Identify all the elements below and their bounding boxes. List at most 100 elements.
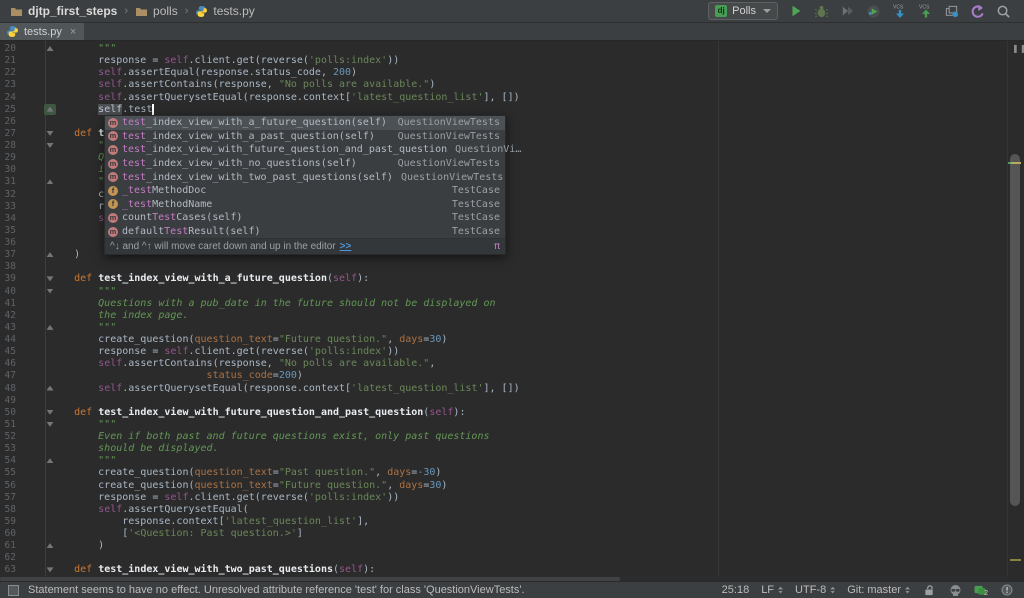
completion-item[interactable]: m test_index_view_with_future_question_an… — [105, 143, 521, 157]
hector-widget[interactable] — [948, 583, 962, 597]
error-stripe[interactable]: ❚❚ — [1007, 41, 1024, 582]
search-everywhere-button[interactable] — [995, 3, 1012, 20]
code-line[interactable]: 42 the index page. — [0, 310, 1007, 322]
event-log-widget[interactable] — [1000, 583, 1014, 597]
line-number[interactable]: 56 — [0, 480, 16, 492]
line-number[interactable]: 36 — [0, 237, 16, 249]
code-line[interactable]: 20 """ — [0, 43, 1007, 55]
code-line[interactable]: 44 create_question(question_text="Future… — [0, 334, 1007, 346]
code-line[interactable]: 52 Even if both past and future question… — [0, 431, 1007, 443]
code-line[interactable]: 61 ) — [0, 540, 1007, 552]
line-number[interactable]: 48 — [0, 383, 16, 395]
debug-button[interactable] — [813, 3, 830, 20]
line-separator-widget[interactable]: LF — [761, 584, 784, 596]
line-number[interactable]: 22 — [0, 67, 16, 79]
close-icon[interactable]: × — [70, 26, 76, 38]
line-number[interactable]: 41 — [0, 298, 16, 310]
vcs-commit-button[interactable]: VCS — [917, 3, 934, 20]
line-number[interactable]: 26 — [0, 116, 16, 128]
line-number[interactable]: 61 — [0, 540, 16, 552]
completion-item[interactable]: m test_index_view_with_a_future_question(… — [105, 116, 505, 130]
code-line[interactable]: 23 self.assertContains(response, "No pol… — [0, 79, 1007, 91]
tab-tests-py[interactable]: tests.py × — [0, 23, 85, 40]
code-line[interactable]: 58 self.assertQuerysetEqual( — [0, 504, 1007, 516]
line-number[interactable]: 54 — [0, 455, 16, 467]
code-line[interactable]: 59 response.context['latest_question_lis… — [0, 516, 1007, 528]
git-branch-widget[interactable]: Git: master — [847, 584, 910, 596]
line-number[interactable]: 23 — [0, 79, 16, 91]
line-number[interactable]: 21 — [0, 55, 16, 67]
code-line[interactable]: 25 self.test — [0, 103, 1007, 116]
notifications-widget[interactable]: 2 — [974, 583, 988, 597]
line-number[interactable]: 28 — [0, 140, 16, 152]
code-line[interactable]: 43 """ — [0, 322, 1007, 334]
rollback-button[interactable] — [969, 3, 986, 20]
code-line[interactable]: 62 — [0, 552, 1007, 564]
code-line[interactable]: 22 self.assertEqual(response.status_code… — [0, 67, 1007, 79]
code-line[interactable]: 47 status_code=200) — [0, 370, 1007, 382]
line-number[interactable]: 27 — [0, 128, 16, 140]
code-line[interactable]: 46 self.assertContains(response, "No pol… — [0, 358, 1007, 370]
code-line[interactable]: 53 should be displayed. — [0, 443, 1007, 455]
line-number[interactable]: 55 — [0, 467, 16, 479]
code-line[interactable]: 50 def test_index_view_with_future_quest… — [0, 407, 1007, 419]
code-line[interactable]: 21 response = self.client.get(reverse('p… — [0, 55, 1007, 67]
line-number[interactable]: 20 — [0, 43, 16, 55]
code-line[interactable]: 56 create_question(question_text="Future… — [0, 480, 1007, 492]
hint-more-link[interactable]: >> — [340, 241, 352, 252]
code-line[interactable]: 38 — [0, 261, 1007, 273]
run-with-coverage-button[interactable] — [839, 3, 856, 20]
code-line[interactable]: 40 """ — [0, 286, 1007, 298]
line-number[interactable]: 60 — [0, 528, 16, 540]
line-number[interactable]: 25 — [0, 104, 16, 116]
line-number[interactable]: 58 — [0, 504, 16, 516]
line-number[interactable]: 50 — [0, 407, 16, 419]
caret-position-widget[interactable]: 25:18 — [722, 584, 750, 596]
line-number[interactable]: 57 — [0, 492, 16, 504]
code-line[interactable]: 41 Questions with a pub_date in the futu… — [0, 298, 1007, 310]
completion-item[interactable]: m test_index_view_with_two_past_questions… — [105, 170, 505, 184]
code-line[interactable]: 51 """ — [0, 419, 1007, 431]
completion-item[interactable]: f _testMethodDoc TestCase — [105, 184, 505, 198]
line-number[interactable]: 59 — [0, 516, 16, 528]
code-line[interactable]: 57 response = self.client.get(reverse('p… — [0, 492, 1007, 504]
line-number[interactable]: 39 — [0, 273, 16, 285]
line-number[interactable]: 44 — [0, 334, 16, 346]
encoding-widget[interactable]: UTF-8 — [795, 584, 836, 596]
vcs-update-button[interactable]: VCS — [891, 3, 908, 20]
line-number[interactable]: 49 — [0, 395, 16, 407]
completion-item[interactable]: m test_index_view_with_a_past_question(se… — [105, 130, 505, 144]
code-line[interactable]: 39 def test_index_view_with_a_future_que… — [0, 273, 1007, 285]
line-number[interactable]: 53 — [0, 443, 16, 455]
line-number[interactable]: 32 — [0, 189, 16, 201]
run-button[interactable] — [787, 3, 804, 20]
line-number[interactable]: 45 — [0, 346, 16, 358]
line-number[interactable]: 34 — [0, 213, 16, 225]
warning-stripe-mark[interactable] — [1010, 559, 1021, 561]
completion-item[interactable]: m countTestCases(self) TestCase — [105, 211, 505, 225]
line-number[interactable]: 47 — [0, 370, 16, 382]
completion-item[interactable]: m defaultTestResult(self) TestCase — [105, 225, 505, 239]
line-number[interactable]: 30 — [0, 164, 16, 176]
line-number[interactable]: 52 — [0, 431, 16, 443]
line-number[interactable]: 63 — [0, 564, 16, 576]
line-number[interactable]: 31 — [0, 176, 16, 188]
completion-item[interactable]: m test_index_view_with_no_questions(self)… — [105, 157, 505, 171]
toolwindow-toggle-icon[interactable] — [8, 584, 19, 596]
line-number[interactable]: 37 — [0, 249, 16, 261]
code-line[interactable]: 45 response = self.client.get(reverse('p… — [0, 346, 1007, 358]
line-number[interactable]: 24 — [0, 92, 16, 104]
line-number[interactable]: 46 — [0, 358, 16, 370]
code-line[interactable]: 55 create_question(question_text="Past q… — [0, 467, 1007, 479]
run-configuration-select[interactable]: dj Polls — [708, 2, 778, 20]
vertical-scrollbar[interactable] — [1010, 154, 1020, 506]
line-number[interactable]: 42 — [0, 310, 16, 322]
line-number[interactable]: 33 — [0, 201, 16, 213]
breadcrumb-file-tests[interactable]: tests.py — [195, 4, 255, 18]
restore-layout-button[interactable] — [943, 3, 960, 20]
line-number[interactable]: 40 — [0, 286, 16, 298]
lock-widget[interactable] — [922, 583, 936, 597]
line-number[interactable]: 29 — [0, 152, 16, 164]
line-number[interactable]: 51 — [0, 419, 16, 431]
line-number[interactable]: 38 — [0, 261, 16, 273]
